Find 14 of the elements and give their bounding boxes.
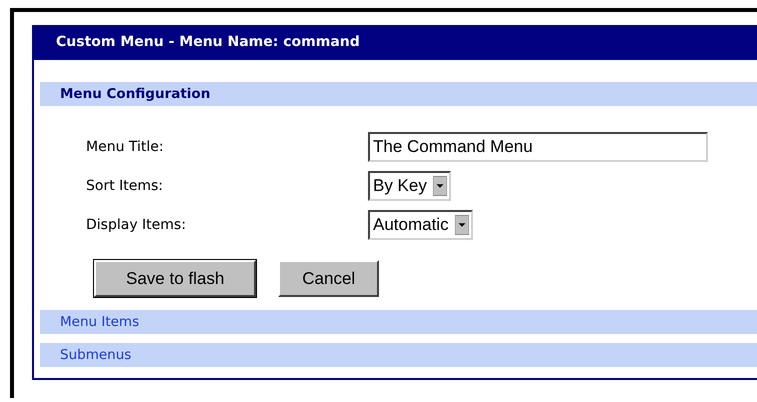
field-label: Display Items: [86, 217, 187, 233]
dropdown-arrow-icon [432, 176, 447, 196]
field-label: Sort Items: [86, 178, 164, 194]
dropdown[interactable]: Automatic [368, 210, 473, 240]
section-header[interactable]: Menu Configuration [40, 82, 757, 106]
input-field[interactable]: The Command Menu [368, 132, 708, 162]
section-header[interactable]: Menu Items [40, 310, 757, 334]
cancel-button[interactable]: Cancel [278, 260, 380, 297]
save-button[interactable]: Save to flash [94, 260, 256, 297]
section-header[interactable]: Submenus [40, 343, 757, 367]
dropdown-arrow-icon [454, 215, 469, 235]
panel-title: Custom Menu - Menu Name: command [34, 25, 757, 60]
dropdown[interactable]: By Key [368, 171, 451, 201]
field-label: Menu Title: [86, 139, 165, 155]
